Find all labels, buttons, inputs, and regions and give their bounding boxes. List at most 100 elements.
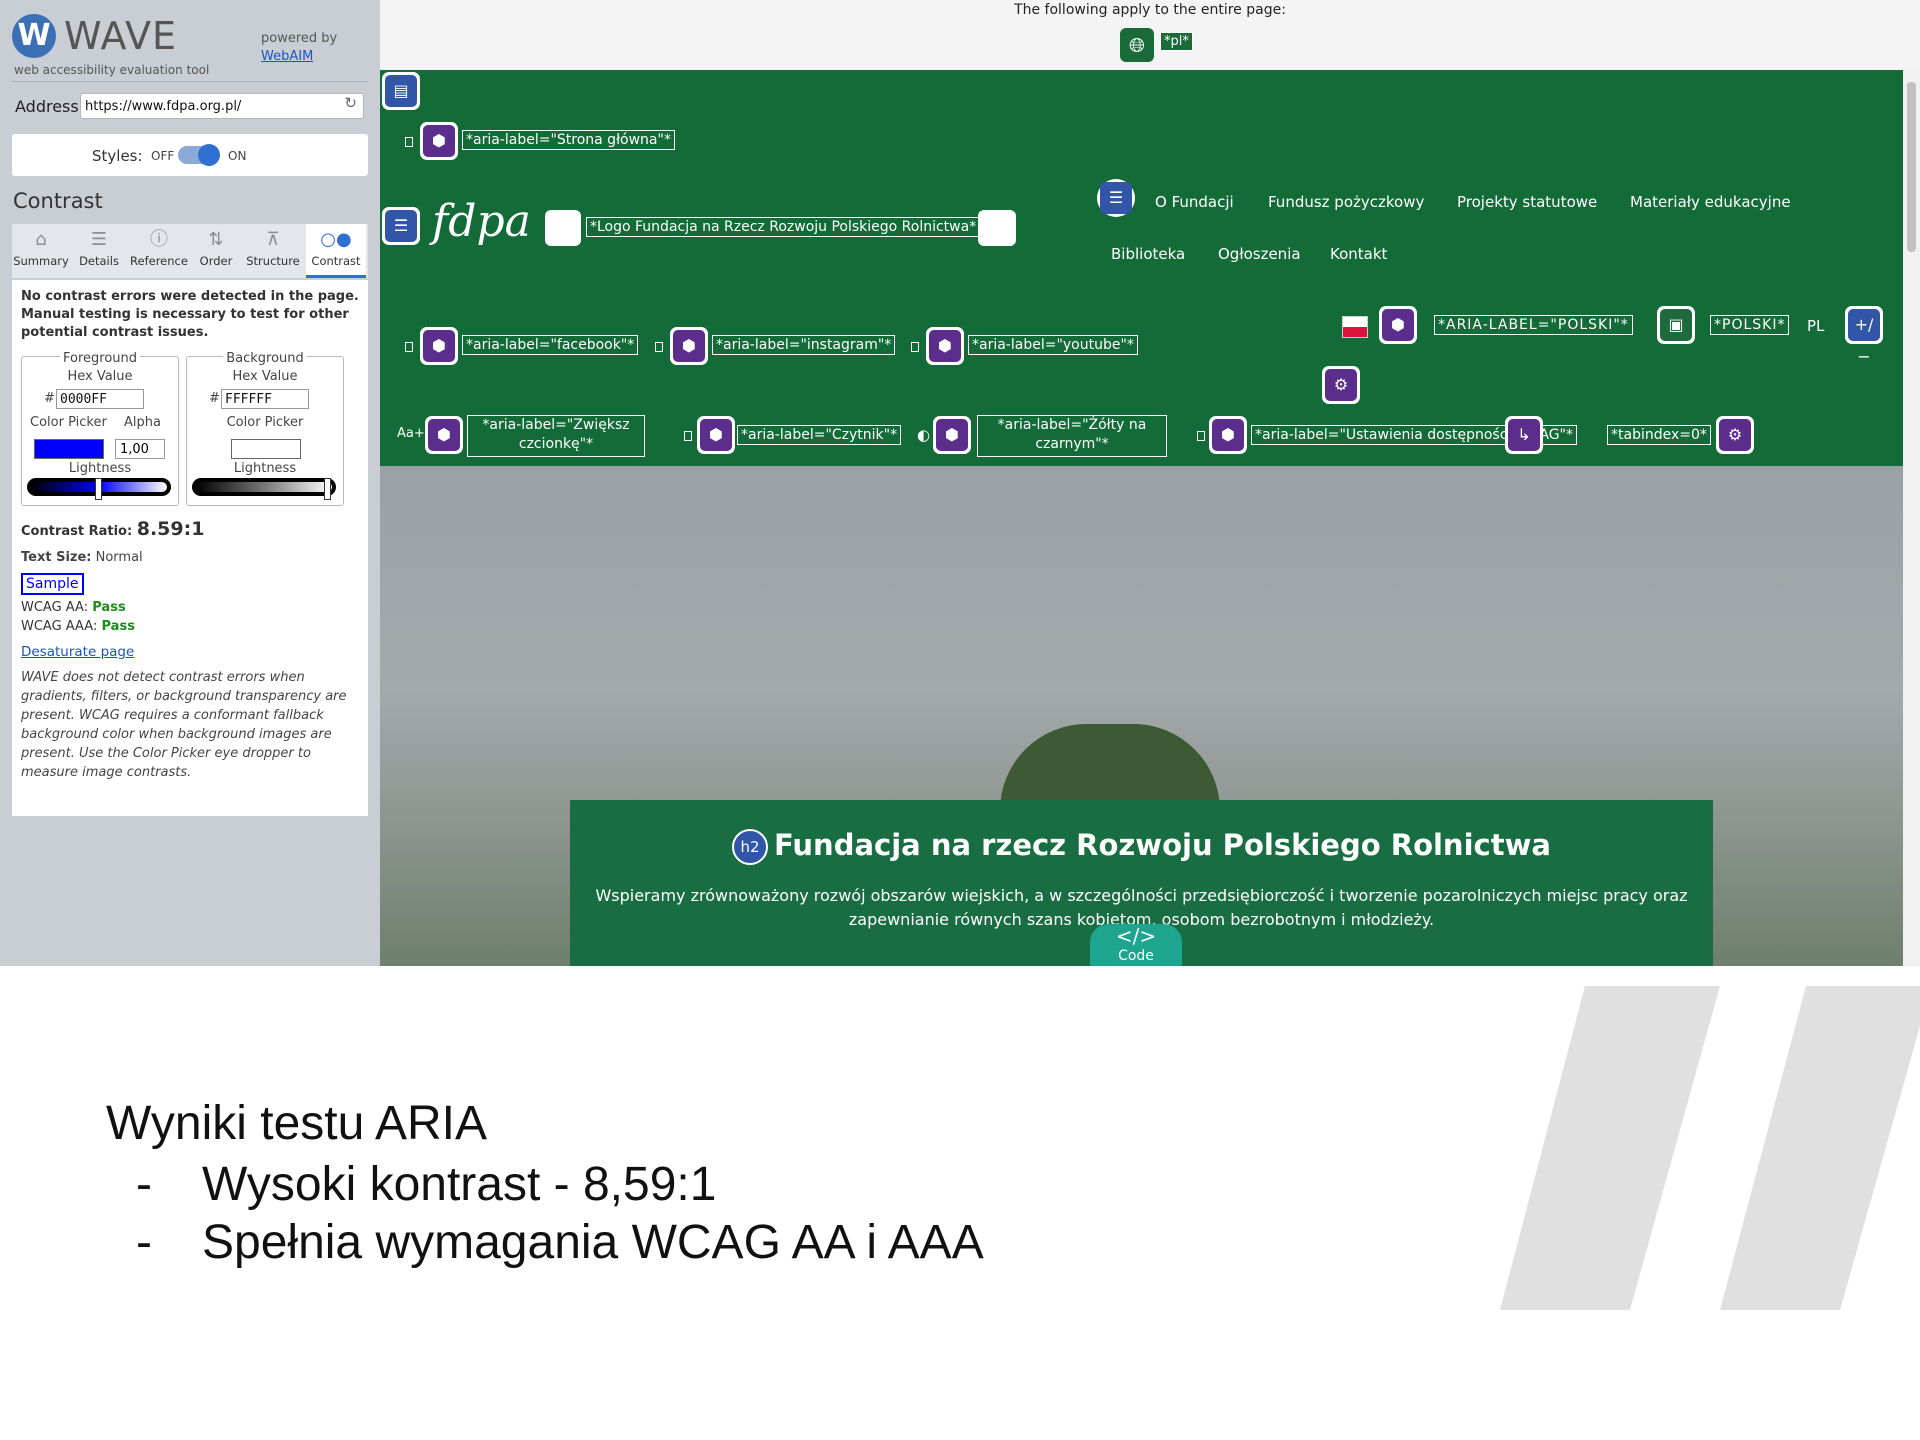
logo-alt-label: *Logo Fundacja na Rzecz Rozwoju Polskieg… (586, 217, 981, 237)
background-lightness-slider[interactable] (192, 478, 336, 500)
wcag-aa-status: Pass (92, 600, 126, 615)
fdpa-logo[interactable]: fdpa (432, 196, 531, 247)
language-toggle-icon[interactable]: +/− (1845, 306, 1883, 366)
tab-reference[interactable]: ⓘ Reference (128, 224, 190, 278)
ratio-label: Contrast Ratio: (21, 524, 133, 539)
alt-image-icon[interactable]: ▣ (1657, 306, 1695, 344)
tabindex-label: *tabindex=0* (1607, 425, 1711, 445)
hero-banner: h2 Fundacja na rzecz Rozwoju Polskiego Ro… (380, 466, 1903, 966)
tabindex-icon[interactable]: ↳ (1505, 416, 1543, 454)
nav-ogloszenia[interactable]: Ogłoszenia (1218, 245, 1301, 263)
page-scrollbar[interactable] (1903, 70, 1920, 966)
webaim-link[interactable]: WebAIM (261, 49, 313, 64)
foreground-color-picker[interactable] (34, 439, 104, 459)
nav-region-icon[interactable]: ☰ (382, 207, 420, 245)
slider-thumb[interactable] (324, 478, 331, 500)
tab-label: Summary (13, 254, 69, 268)
slide-decoration (1500, 986, 1920, 1310)
tab-contrast[interactable]: ○● Contrast (306, 224, 366, 278)
info-icon: ⓘ (150, 229, 168, 250)
nav-list-icon[interactable]: ☰ (1097, 179, 1135, 217)
styles-toggle[interactable] (178, 144, 220, 166)
page-level-annotations: The following apply to the entire page: … (380, 0, 1920, 70)
alt-text-icon[interactable] (545, 210, 581, 246)
h2-icon[interactable]: h2 (732, 829, 769, 865)
address-label: Address: (15, 97, 85, 116)
aria-tag-icon[interactable]: ⬢ (1209, 416, 1247, 454)
slider-thumb[interactable] (95, 478, 102, 500)
background-color-picker[interactable] (231, 439, 301, 459)
code-icon: </> (1115, 924, 1157, 948)
nav-biblioteka[interactable]: Biblioteka (1111, 245, 1185, 263)
bullet-dash: - (136, 1216, 152, 1269)
hex-label: Hex Value (67, 369, 133, 384)
address-input[interactable]: https://www.fdpa.org.pl/ ↻ (80, 93, 364, 119)
alpha-input[interactable]: 1,00 (115, 439, 165, 459)
foreground-fieldset: Foreground Hex Value # 0000FF Color Pick… (21, 351, 179, 506)
screenshot: W WAVE web accessibility evaluation tool… (0, 0, 1920, 966)
order-icon: ⇅ (208, 229, 224, 250)
no-errors-note: No contrast errors were detected in the … (21, 289, 359, 340)
applies-text: The following apply to the entire page: (1014, 2, 1286, 18)
foreground-hex-input[interactable]: 0000FF (56, 389, 144, 409)
toggle-knob (198, 144, 220, 166)
nav-kontakt[interactable]: Kontakt (1330, 245, 1387, 263)
aria-icon[interactable]: ⚙ (1716, 416, 1754, 454)
code-toggle-button[interactable]: </> Code (1090, 924, 1182, 966)
tab-label: Reference (130, 254, 188, 268)
nav-fundusz-pozyczkowy[interactable]: Fundusz pożyczkowy (1268, 193, 1424, 211)
language-code[interactable]: PL (1807, 317, 1824, 335)
foreground-lightness-slider[interactable] (27, 478, 171, 500)
scrollbar-thumb[interactable] (1907, 82, 1916, 252)
powered-by-text: powered by (261, 31, 338, 46)
wcag-aaa-result: WCAG AAA: Pass (21, 619, 135, 634)
link-marker (911, 342, 919, 352)
wave-sidebar: W WAVE web accessibility evaluation tool… (0, 0, 380, 966)
deco-stripe (1500, 986, 1720, 1310)
contrast-mode-icon[interactable]: ◐ (917, 426, 930, 444)
nav-o-fundacji[interactable]: O Fundacji (1155, 193, 1234, 211)
aria-tag-icon[interactable]: ⬢ (420, 327, 458, 365)
size-label: Text Size: (21, 550, 92, 565)
wcag-aaa-label: WCAG AAA: (21, 619, 98, 634)
lang-toggle-glyph: +/− (1854, 315, 1874, 366)
aria-tag-icon[interactable]: ⬢ (425, 416, 463, 454)
aria-label-home: *aria-label="Strona główna"* (462, 130, 675, 150)
aria-tag-icon[interactable]: ⬢ (420, 122, 458, 160)
page-preview: The following apply to the entire page: … (380, 0, 1920, 966)
aria-tag-icon[interactable]: ⬢ (1379, 306, 1417, 344)
color-picker-label: Color Picker (226, 415, 304, 430)
background-hex-input[interactable]: FFFFFF (221, 389, 309, 409)
lightness-label: Lightness (233, 461, 297, 476)
aria-tag-icon[interactable]: ⬢ (926, 327, 964, 365)
aria-label-polski: *ARIA-LABEL="POLSKI"* (1434, 315, 1633, 335)
font-size-toggle[interactable]: Aa+ (397, 426, 425, 441)
tab-structure[interactable]: ⊼ Structure (242, 224, 304, 278)
language-globe-icon[interactable]: 🌐︎ (1120, 28, 1154, 62)
hash-label: # (209, 391, 220, 406)
aria-label-yellow-black: *aria-label="Żółty na czarnym"* (977, 415, 1167, 457)
reload-icon[interactable]: ↻ (344, 94, 357, 112)
aria-icon[interactable]: ⚙ (1322, 366, 1360, 404)
code-label: Code (1118, 948, 1154, 964)
aria-label-youtube: *aria-label="youtube"* (968, 335, 1138, 355)
tab-order[interactable]: ⇅ Order (190, 224, 242, 278)
tab-details[interactable]: ☰ Details (70, 224, 128, 278)
tab-summary[interactable]: ⌂ Summary (12, 224, 70, 278)
nav-projekty-statutowe[interactable]: Projekty statutowe (1457, 193, 1597, 211)
contrast-icon: ○● (320, 229, 352, 250)
header-region-icon[interactable]: ▤ (382, 72, 420, 110)
poland-flag-icon[interactable] (1342, 316, 1368, 338)
aria-label-instagram: *aria-label="instagram"* (712, 335, 896, 355)
alt-text-icon[interactable] (978, 210, 1016, 246)
aria-tag-icon[interactable]: ⬢ (697, 416, 735, 454)
aria-label-reader: *aria-label="Czytnik"* (737, 425, 902, 445)
nav-materialy-edukacyjne[interactable]: Materiały edukacyjne (1630, 193, 1791, 211)
hero-heading: h2 Fundacja na rzecz Rozwoju Polskiego Ro… (570, 828, 1713, 865)
powered-by: powered by WebAIM (261, 30, 337, 66)
aria-tag-icon[interactable]: ⬢ (670, 327, 708, 365)
panel-title: Contrast (13, 189, 103, 213)
desaturate-link[interactable]: Desaturate page (21, 644, 134, 660)
bullet-high-contrast: Wysoki kontrast - 8,59:1 (202, 1158, 717, 1211)
aria-tag-icon[interactable]: ⬢ (933, 416, 971, 454)
